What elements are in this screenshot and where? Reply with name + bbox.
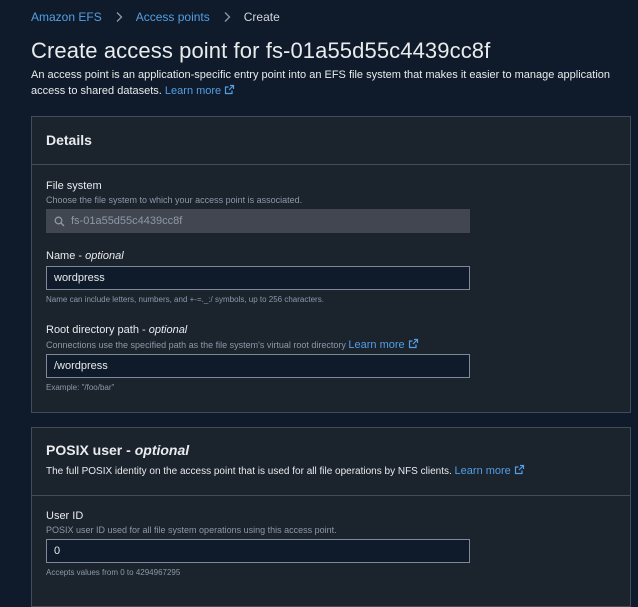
breadcrumb-link-access-points[interactable]: Access points (136, 10, 210, 24)
root-path-learn-more-link[interactable]: Learn more (348, 338, 419, 351)
page-description: An access point is an application-specif… (31, 67, 631, 99)
user-id-input[interactable]: 0 (46, 539, 470, 563)
file-system-field: File system Choose the file system to wh… (46, 179, 470, 233)
user-id-description: POSIX user ID used for all file system o… (46, 525, 337, 535)
chevron-right-icon (221, 11, 233, 23)
user-id-field: User ID POSIX user ID used for all file … (46, 509, 470, 578)
page-title: Create access point for fs-01a55d55c4439… (31, 38, 491, 63)
external-link-icon (514, 464, 525, 475)
details-container: Details File system Choose the file syst… (31, 116, 631, 413)
chevron-right-icon (113, 11, 125, 23)
posix-user-container: POSIX user - optional The full POSIX ide… (31, 427, 631, 607)
name-label: Name - optional (46, 250, 124, 262)
root-path-constraint: Example: "/foo/bar" (46, 383, 115, 392)
root-path-optional: optional (148, 324, 188, 336)
root-path-label: Root directory path - optional (46, 324, 188, 336)
root-path-field: Root directory path - optional Connectio… (46, 323, 470, 393)
learn-more-link[interactable]: Learn more (165, 84, 235, 97)
details-header: Details (32, 117, 630, 165)
user-id-label: User ID (46, 510, 84, 522)
root-path-input[interactable]: /wordpress (46, 354, 470, 378)
breadcrumb-current: Create (243, 10, 280, 24)
details-title: Details (46, 132, 92, 148)
posix-optional: optional (134, 442, 190, 458)
file-system-label: File system (46, 180, 102, 192)
posix-title: POSIX user - optional (46, 442, 190, 458)
name-field: Name - optional wordpress Name can inclu… (46, 249, 470, 305)
file-system-description: Choose the file system to which your acc… (46, 195, 303, 205)
breadcrumb-link-amazon-efs[interactable]: Amazon EFS (31, 10, 102, 24)
name-input[interactable]: wordpress (46, 266, 470, 290)
posix-header: POSIX user - optional The full POSIX ide… (32, 428, 630, 496)
name-optional: optional (85, 250, 124, 262)
root-path-value: /wordpress (54, 360, 108, 372)
posix-learn-more-link[interactable]: Learn more (455, 464, 525, 477)
external-link-icon (224, 84, 235, 95)
root-path-description: Connections use the specified path as th… (46, 338, 470, 351)
name-constraint: Name can include letters, numbers, and +… (46, 295, 324, 304)
posix-description: The full POSIX identity on the access po… (46, 464, 616, 477)
name-value: wordpress (54, 272, 105, 284)
file-system-value: fs-01a55d55c4439cc8f (71, 215, 183, 227)
page-description-text: An access point is an application-specif… (31, 69, 611, 97)
external-link-icon (408, 338, 419, 349)
user-id-value: 0 (54, 545, 61, 557)
search-icon (54, 216, 65, 227)
breadcrumb: Amazon EFS Access points Create (31, 9, 280, 25)
user-id-constraint: Accepts values from 0 to 4294967295 (46, 568, 181, 577)
file-system-input: fs-01a55d55c4439cc8f (46, 209, 470, 233)
